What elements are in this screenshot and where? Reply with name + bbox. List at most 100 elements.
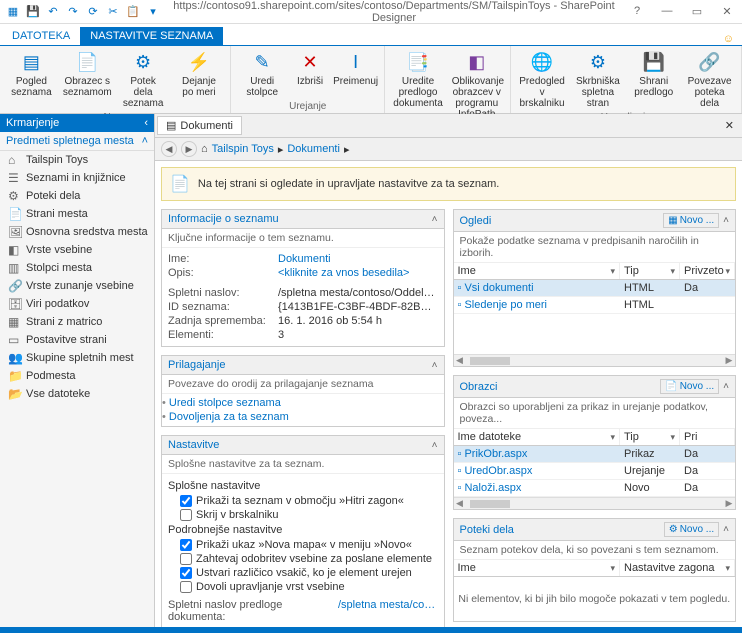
scrollbar[interactable]: ◀▶ [454, 497, 736, 509]
setting-checkbox[interactable] [180, 581, 192, 593]
table-row[interactable]: ▫ Naloži.aspxNovoDa [454, 480, 736, 497]
new-form-button[interactable]: 📄 Novo ... [660, 379, 719, 394]
nav-header: Krmarjenje ‹ [0, 114, 154, 132]
ribbon-rename[interactable]: IPreimenuj [331, 48, 380, 89]
table-row[interactable]: ▫ Sledenje po meriHTML [454, 297, 736, 314]
ribbon-edit-template[interactable]: 📑Uredite predlogo dokumenta [389, 48, 447, 111]
nav-item[interactable]: 📁Podmesta [0, 367, 154, 385]
list-name-link[interactable]: Dokumenti [278, 253, 438, 265]
col-header-startup[interactable]: Nastavitve zagona▾ [620, 560, 735, 576]
paste-icon[interactable]: 📋 [124, 3, 142, 21]
new-workflow-button[interactable]: ⚙ Novo ... [664, 522, 719, 537]
setting-checkbox[interactable] [180, 509, 192, 521]
col-header-filename[interactable]: Ime datoteke▾ [454, 429, 621, 445]
ribbon-infopath[interactable]: ◧Oblikovanje obrazcev v programu InfoPat… [448, 48, 506, 122]
breadcrumb-list[interactable]: Dokumenti [287, 143, 340, 155]
qat-dropdown-icon[interactable]: ▾ [144, 3, 162, 21]
refresh-icon[interactable]: ⟳ [84, 3, 102, 21]
minimize-icon[interactable]: — [656, 5, 678, 18]
nav-item-icon: 👥 [8, 351, 22, 365]
doc-tab-dokumenti[interactable]: ▤ Dokumenti [157, 116, 242, 135]
nav-item[interactable]: 🔗Vrste zunanje vsebine [0, 277, 154, 295]
tab-file[interactable]: DATOTEKA [2, 27, 80, 45]
nav-item[interactable]: ▥Stolpci mesta [0, 259, 154, 277]
col-header-type[interactable]: Tip▾ [620, 429, 680, 445]
col-header-name[interactable]: Ime▾ [454, 560, 621, 576]
nav-item[interactable]: 🖼Osnovna sredstva mesta [0, 223, 154, 241]
panel-customization: Prilagajanje˄ Povezave do orodij za pril… [161, 355, 445, 427]
col-header-type[interactable]: Tip▾ [620, 263, 680, 279]
save-icon[interactable]: 💾 [24, 3, 42, 21]
help-icon[interactable]: ? [626, 5, 648, 18]
redo-icon[interactable]: ↷ [64, 3, 82, 21]
panel-collapse-icon[interactable]: ˄ [723, 381, 729, 392]
panel-collapse-icon[interactable]: ˄ [432, 214, 438, 225]
window-title: https://contoso91.sharepoint.com/sites/c… [162, 0, 626, 24]
ribbon-list-form[interactable]: 📄Obrazec s seznamom [60, 48, 115, 100]
setting-checkbox[interactable] [180, 539, 192, 551]
feedback-icon[interactable]: ☺ [723, 33, 734, 45]
panel-collapse-icon[interactable]: ˄ [432, 360, 438, 371]
ribbon-delete[interactable]: ✕Izbriši [290, 48, 330, 89]
status-bar [0, 627, 742, 633]
setting-checkbox[interactable] [180, 567, 192, 579]
undo-icon[interactable]: ↶ [44, 3, 62, 21]
ribbon-save-template[interactable]: 💾Shrani predlogo [626, 48, 681, 100]
nav-item[interactable]: ▭Postavitve strani [0, 331, 154, 349]
nav-item-icon: 📄 [8, 207, 22, 221]
close-tab-icon[interactable]: ✕ [719, 119, 740, 132]
nav-section-site-objects[interactable]: Predmeti spletnega mesta˄ [0, 132, 154, 151]
setting-checkbox[interactable] [180, 495, 192, 507]
page-icon: 📄 [170, 174, 190, 194]
panel-collapse-icon[interactable]: ˄ [723, 524, 729, 535]
cut-icon[interactable]: ✂ [104, 3, 122, 21]
ribbon-edit-columns[interactable]: ✎Uredi stolpce [235, 48, 289, 100]
template-url-link[interactable]: /spletna mesta/contoso/Oddelki/SM/Tailsp… [338, 599, 438, 623]
new-view-button[interactable]: ▦ Novo ... [663, 213, 719, 228]
nav-item[interactable]: 🗄Viri podatkov [0, 295, 154, 313]
nav-item[interactable]: ☰Seznami in knjižnice [0, 169, 154, 187]
col-header-name[interactable]: Ime▾ [454, 263, 621, 279]
nav-item[interactable]: 📂Vse datoteke [0, 385, 154, 403]
nav-collapse-icon[interactable]: ‹ [144, 117, 148, 129]
ribbon: ▤Pogled seznama 📄Obrazec s seznamom ⚙Pot… [0, 46, 742, 114]
nav-item[interactable]: 👥Skupine spletnih mest [0, 349, 154, 367]
nav-forward-icon[interactable]: ▶ [181, 141, 197, 157]
breadcrumb-site[interactable]: Tailspin Toys [212, 143, 274, 155]
empty-message: Ni elementov, ki bi jih bilo mogoče poka… [454, 577, 736, 621]
link-permissions[interactable]: Dovoljenja za ta seznam [162, 410, 444, 424]
ribbon-list-workflow[interactable]: ⚙Potek dela seznama [116, 48, 171, 111]
setting-checkbox[interactable] [180, 553, 192, 565]
nav-item-icon: ▥ [8, 261, 22, 275]
nav-item[interactable]: ▦Strani z matrico [0, 313, 154, 331]
scrollbar[interactable]: ◀▶ [454, 354, 736, 366]
ribbon-preview[interactable]: 🌐Predogled v brskalniku [515, 48, 570, 111]
nav-item-icon: ▭ [8, 333, 22, 347]
list-description-field[interactable]: <kliknite za vnos besedila> [278, 267, 438, 279]
ribbon-custom-action[interactable]: ⚡Dejanje po meri [172, 48, 227, 100]
nav-item[interactable]: 📄Strani mesta [0, 205, 154, 223]
title-bar: ▦ 💾 ↶ ↷ ⟳ ✂ 📋 ▾ https://contoso91.sharep… [0, 0, 742, 24]
ribbon-list-view[interactable]: ▤Pogled seznama [4, 48, 59, 100]
quick-access-toolbar: ▦ 💾 ↶ ↷ ⟳ ✂ 📋 ▾ [4, 3, 162, 21]
home-icon[interactable]: ⌂ [201, 143, 208, 155]
ribbon-workflow-links[interactable]: 🔗Povezave poteka dela [682, 48, 737, 111]
table-row[interactable]: ▫ UredObr.aspxUrejanjeDa [454, 463, 736, 480]
link-edit-columns[interactable]: Uredi stolpce seznama [162, 396, 444, 410]
nav-item[interactable]: ◧Vrste vsebine [0, 241, 154, 259]
tab-list-settings[interactable]: NASTAVITVE SEZNAMA [80, 27, 223, 45]
col-header-default[interactable]: Pri [680, 429, 735, 445]
table-row[interactable]: ▫ PrikObr.aspxPrikazDa [454, 446, 736, 463]
nav-item[interactable]: ⌂Tailspin Toys [0, 151, 154, 169]
ribbon-admin-page[interactable]: ⚙Skrbniška spletna stran [570, 48, 625, 111]
panel-collapse-icon[interactable]: ˄ [723, 215, 729, 226]
table-row[interactable]: ▫ Vsi dokumentiHTMLDa [454, 280, 736, 297]
nav-item-icon: ◧ [8, 243, 22, 257]
col-header-default[interactable]: Privzeto▾ [680, 263, 735, 279]
panel-collapse-icon[interactable]: ˄ [432, 440, 438, 451]
close-icon[interactable]: ✕ [716, 5, 738, 18]
restore-icon[interactable]: ▭ [686, 5, 708, 18]
nav-item[interactable]: ⚙Poteki dela [0, 187, 154, 205]
app-icon[interactable]: ▦ [4, 3, 22, 21]
nav-back-icon[interactable]: ◀ [161, 141, 177, 157]
